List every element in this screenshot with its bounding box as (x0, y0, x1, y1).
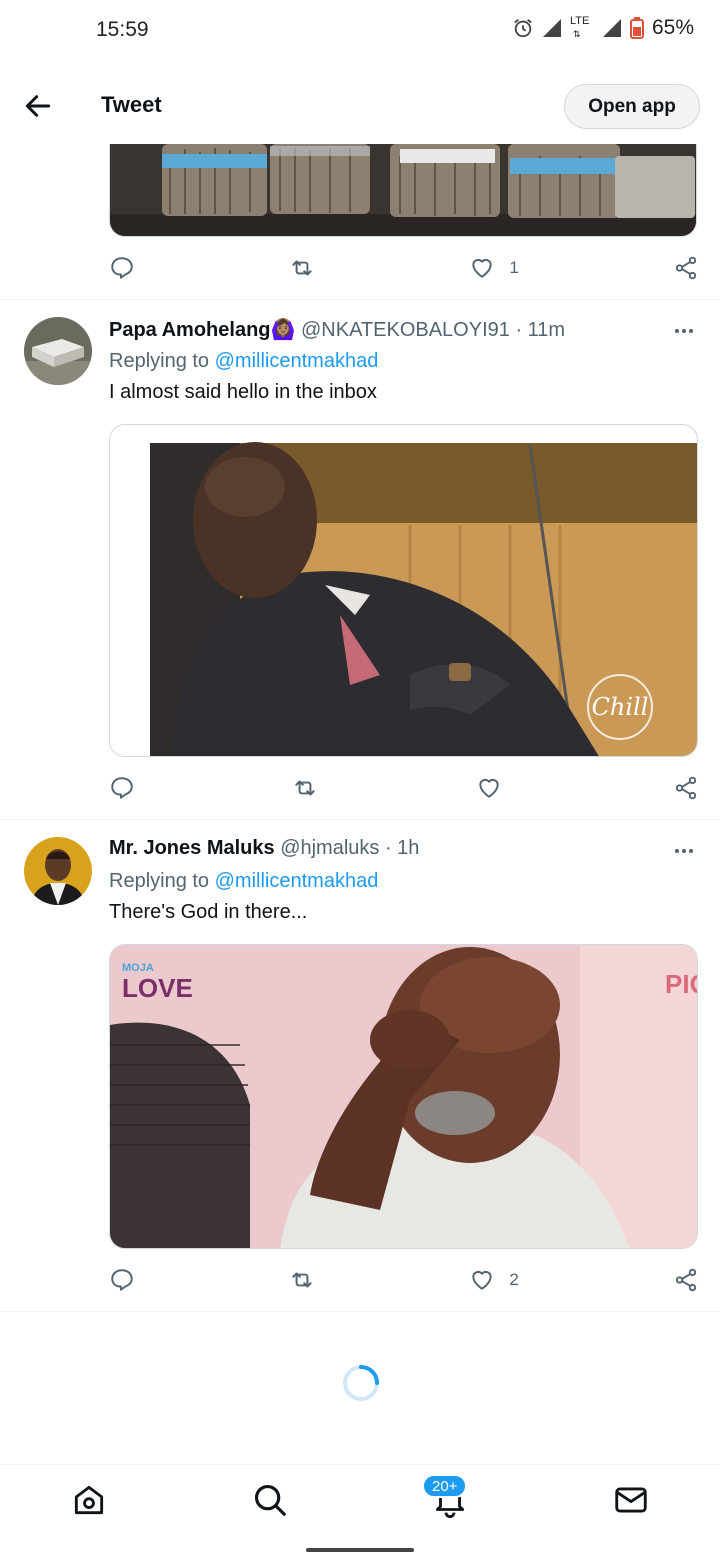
tweet-image[interactable]: Chill (109, 424, 698, 757)
tweet-header: Mr. Jones Maluks @hjmaluks · 1h (109, 837, 419, 860)
share-button[interactable] (659, 775, 699, 801)
messages-icon[interactable] (612, 1481, 650, 1519)
heart-icon (472, 1270, 492, 1290)
tweet-text: I almost said hello in the inbox (109, 381, 377, 403)
divider (0, 1311, 720, 1312)
battery-level: 65% (651, 16, 694, 39)
tweet-actions (109, 773, 699, 803)
tweet-actions: 2 (109, 1265, 699, 1295)
bottom-nav (0, 1464, 720, 1536)
network-type: LTE (569, 15, 590, 27)
like-count: 2 (509, 1270, 519, 1289)
tweet-actions: 1 (109, 253, 699, 283)
battery-icon (629, 17, 644, 39)
heart-icon (472, 258, 492, 278)
retweet-button[interactable] (292, 775, 332, 801)
status-time: 15:59 (96, 18, 149, 41)
tweet-time[interactable]: · 1h (385, 837, 419, 859)
tweet-text: There's God in there... (109, 901, 308, 923)
signal-icon (602, 19, 621, 37)
share-button[interactable] (659, 255, 699, 281)
tweet-image[interactable]: MOJA LOVE PIG (109, 944, 698, 1249)
more-options-icon[interactable] (672, 319, 696, 343)
like-button[interactable]: 2 (469, 1267, 519, 1293)
replying-to-label: Replying to (109, 350, 215, 372)
lte-indicator: LTE ⇅ (569, 15, 590, 39)
retweet-button[interactable] (289, 1267, 329, 1293)
like-count: 1 (509, 258, 519, 277)
tweet-header: Papa Amohelang🙆🏽‍♀️ @NKATEKOBALOYI91 · 1… (109, 317, 565, 342)
avatar[interactable] (24, 317, 92, 385)
avatar-image (24, 317, 92, 385)
image-watermark: Chill (592, 693, 649, 721)
replying-to-label: Replying to (109, 870, 215, 892)
reply-icon (111, 777, 133, 799)
home-icon[interactable] (70, 1481, 108, 1519)
display-name[interactable]: Papa Amohelang (109, 319, 271, 341)
image-corner-text: PIG (665, 969, 698, 999)
retweet-icon (292, 260, 312, 276)
user-handle[interactable]: @NKATEKOBALOYI91 (301, 319, 510, 341)
more-options-icon[interactable] (672, 839, 696, 863)
alarm-icon (514, 19, 532, 38)
home-indicator[interactable] (306, 1548, 414, 1552)
man-sleeping-photo: Chill (110, 425, 697, 756)
man-worried-photo: MOJA LOVE PIG (110, 945, 698, 1248)
notification-badge: 20+ (422, 1474, 468, 1498)
tweet-image-money[interactable] (109, 144, 697, 237)
retweet-button[interactable] (289, 255, 329, 281)
share-icon (675, 776, 697, 800)
share-icon (675, 256, 697, 280)
tweet[interactable]: Papa Amohelang🙆🏽‍♀️ @NKATEKOBALOYI91 · 1… (0, 300, 720, 820)
page-title: Tweet (101, 92, 162, 117)
top-header: Tweet Open app (0, 70, 720, 144)
name-emoji: 🙆🏽‍♀️ (270, 319, 296, 341)
image-logo-bottom: LOVE (122, 973, 193, 1003)
open-app-button[interactable]: Open app (564, 84, 700, 129)
mention-link[interactable]: @millicentmakhad (215, 350, 379, 372)
signal-icon (542, 19, 561, 37)
like-button[interactable] (476, 775, 516, 801)
status-bar: 15:59 LTE ⇅ 65% (0, 0, 720, 62)
like-button[interactable]: 1 (469, 255, 519, 281)
reply-button[interactable] (109, 255, 149, 281)
replying-to: Replying to @millicentmakhad (109, 870, 378, 893)
reply-button[interactable] (109, 1267, 149, 1293)
share-icon (675, 1268, 697, 1292)
reply-icon (111, 1269, 133, 1291)
back-arrow-icon[interactable] (22, 90, 54, 122)
tweet[interactable]: Mr. Jones Maluks @hjmaluks · 1h Replying… (0, 820, 720, 1310)
display-name[interactable]: Mr. Jones Maluks (109, 837, 275, 859)
mention-link[interactable]: @millicentmakhad (215, 870, 379, 892)
avatar-image (24, 837, 92, 905)
share-button[interactable] (659, 1267, 699, 1293)
search-icon[interactable] (251, 1481, 289, 1519)
user-handle[interactable]: @hjmaluks (280, 837, 379, 859)
retweet-icon (292, 1272, 312, 1288)
retweet-icon (295, 780, 315, 796)
reply-button[interactable] (109, 775, 149, 801)
replying-to: Replying to @millicentmakhad (109, 350, 378, 373)
status-icons: LTE ⇅ 65% (512, 15, 694, 40)
tweet-time[interactable]: · 11m (515, 319, 565, 341)
heart-icon (479, 778, 499, 798)
money-bundles-photo (110, 144, 696, 236)
loading-spinner-icon (343, 1365, 379, 1401)
avatar[interactable] (24, 837, 92, 905)
reply-icon (111, 257, 133, 279)
